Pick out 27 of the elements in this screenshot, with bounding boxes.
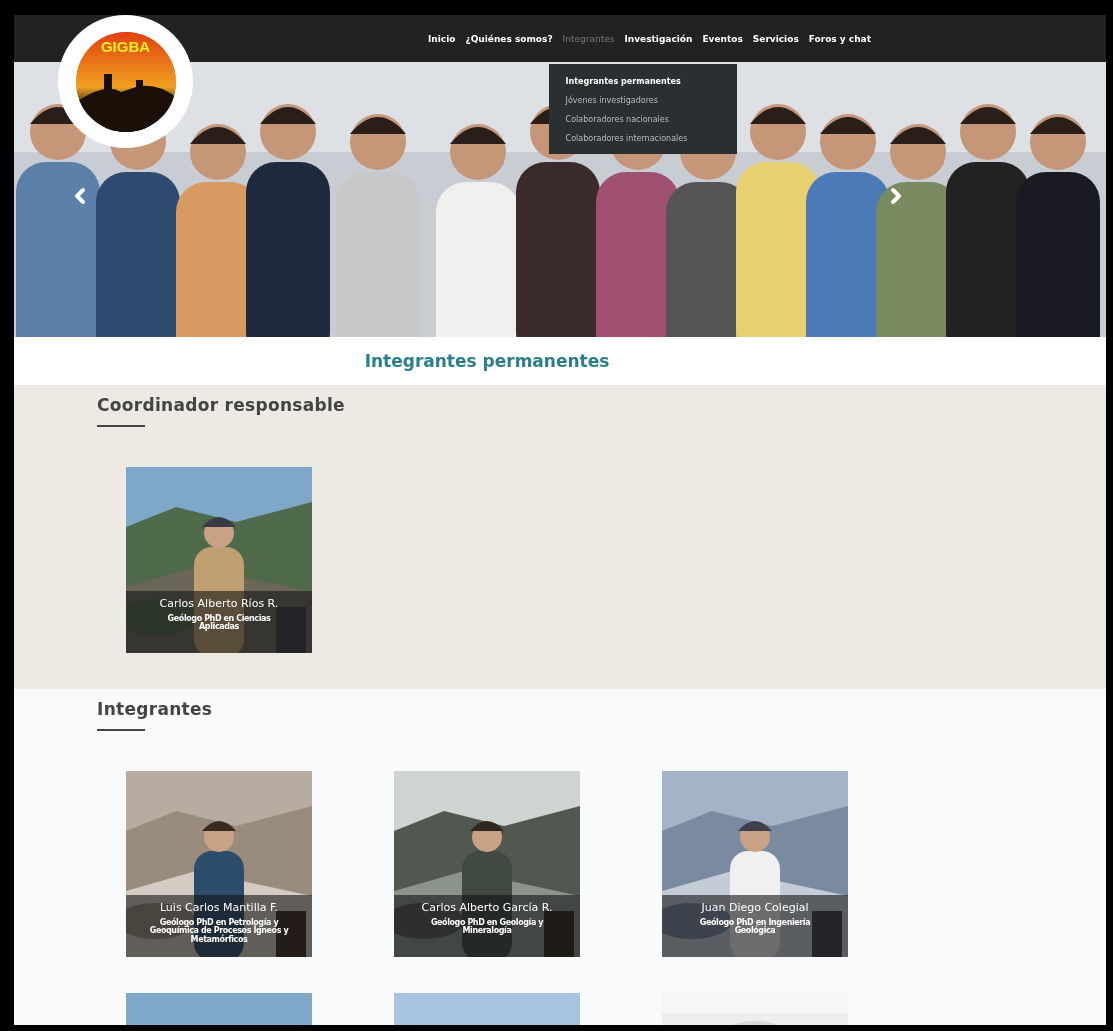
member-role: Geólogo PhD en Ciencias Aplicadas (166, 615, 272, 632)
dropdown-item[interactable]: Integrantes permanentes (548, 71, 737, 91)
dropdown-item[interactable]: Colaboradores internacionales (548, 128, 737, 148)
page-title: Integrantes permanentes (364, 351, 610, 371)
nav-link[interactable]: Inicio (428, 33, 456, 44)
logo-text: GIGBA (99, 37, 152, 55)
member-card[interactable]: Carlos Alberto García R. Geólogo PhD en Geología y Mineralogía (394, 771, 580, 957)
member-card[interactable]: Juan Diego Colegial Geólogo PhD en Ingeniería Geológica (662, 771, 848, 957)
nav-link[interactable]: Investigación (624, 33, 693, 44)
dropdown-item[interactable]: Jóvenes investigadores (548, 90, 737, 110)
member-card[interactable]: Luis Carlos Mantilla F. Geólogo PhD en Petrología y Geoquímica de Procesos Ígneos y Metamórficos (126, 771, 312, 957)
member-name: Luis Carlos Mantilla F. (159, 901, 279, 914)
section-title: Coordinador responsable (97, 395, 346, 415)
member-name: Carlos Alberto Ríos R. (159, 597, 279, 610)
member-role: Geólogo PhD en Petrología y Geoquímica de Procesos Ígneos y Metamórficos (148, 919, 290, 945)
member-card[interactable]: Carlos Alberto Ríos R. Geólogo PhD en Ciencias Aplicadas (126, 467, 312, 653)
member-name: Carlos Alberto García R. (421, 901, 553, 914)
member-name: Juan Diego Colegial (701, 901, 809, 914)
nav-link[interactable]: Integrantes (562, 33, 615, 44)
nav-link[interactable]: Eventos (702, 33, 743, 44)
section-title: Integrantes (97, 699, 214, 719)
nav-link[interactable]: Foros y chat (808, 33, 871, 44)
member-role: Geólogo PhD en Ingeniería Geológica (698, 919, 812, 936)
member-role: Geólogo PhD en Geología y Mineralogía (429, 919, 545, 936)
nav-link[interactable]: ¿Quiénes somos? (465, 33, 553, 44)
nav-link[interactable]: Servicios (752, 33, 799, 44)
dropdown-item[interactable]: Colaboradores nacionales (548, 109, 737, 129)
